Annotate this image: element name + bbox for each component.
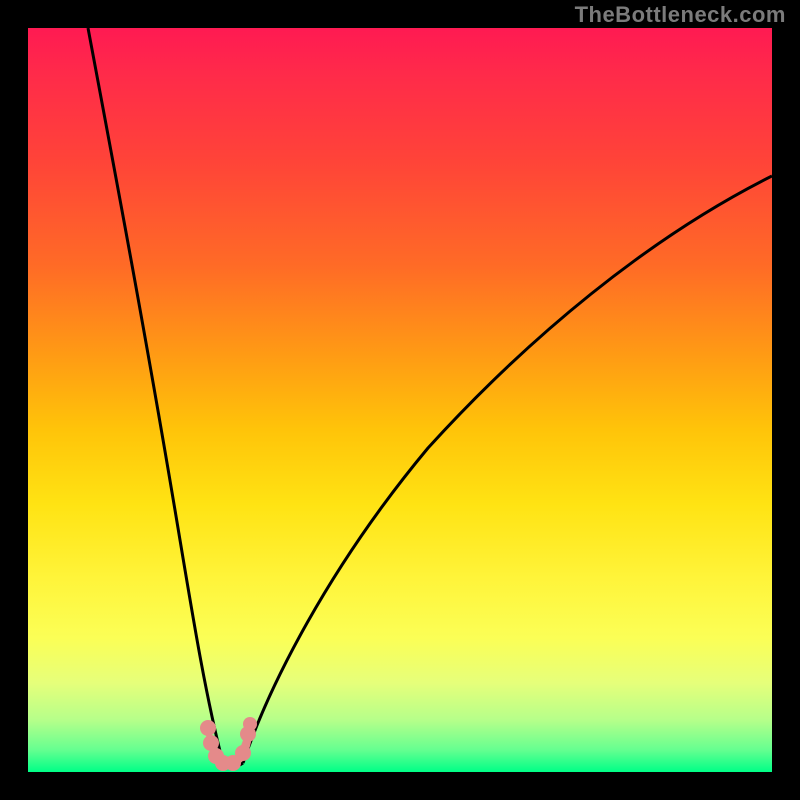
plot-area	[28, 28, 772, 772]
left-branch-curve	[88, 28, 223, 763]
watermark-text: TheBottleneck.com	[575, 2, 786, 28]
chart-frame: TheBottleneck.com	[0, 0, 800, 800]
curves-layer	[28, 28, 772, 772]
right-branch-curve	[243, 176, 772, 763]
notch-marker-group	[200, 717, 257, 771]
